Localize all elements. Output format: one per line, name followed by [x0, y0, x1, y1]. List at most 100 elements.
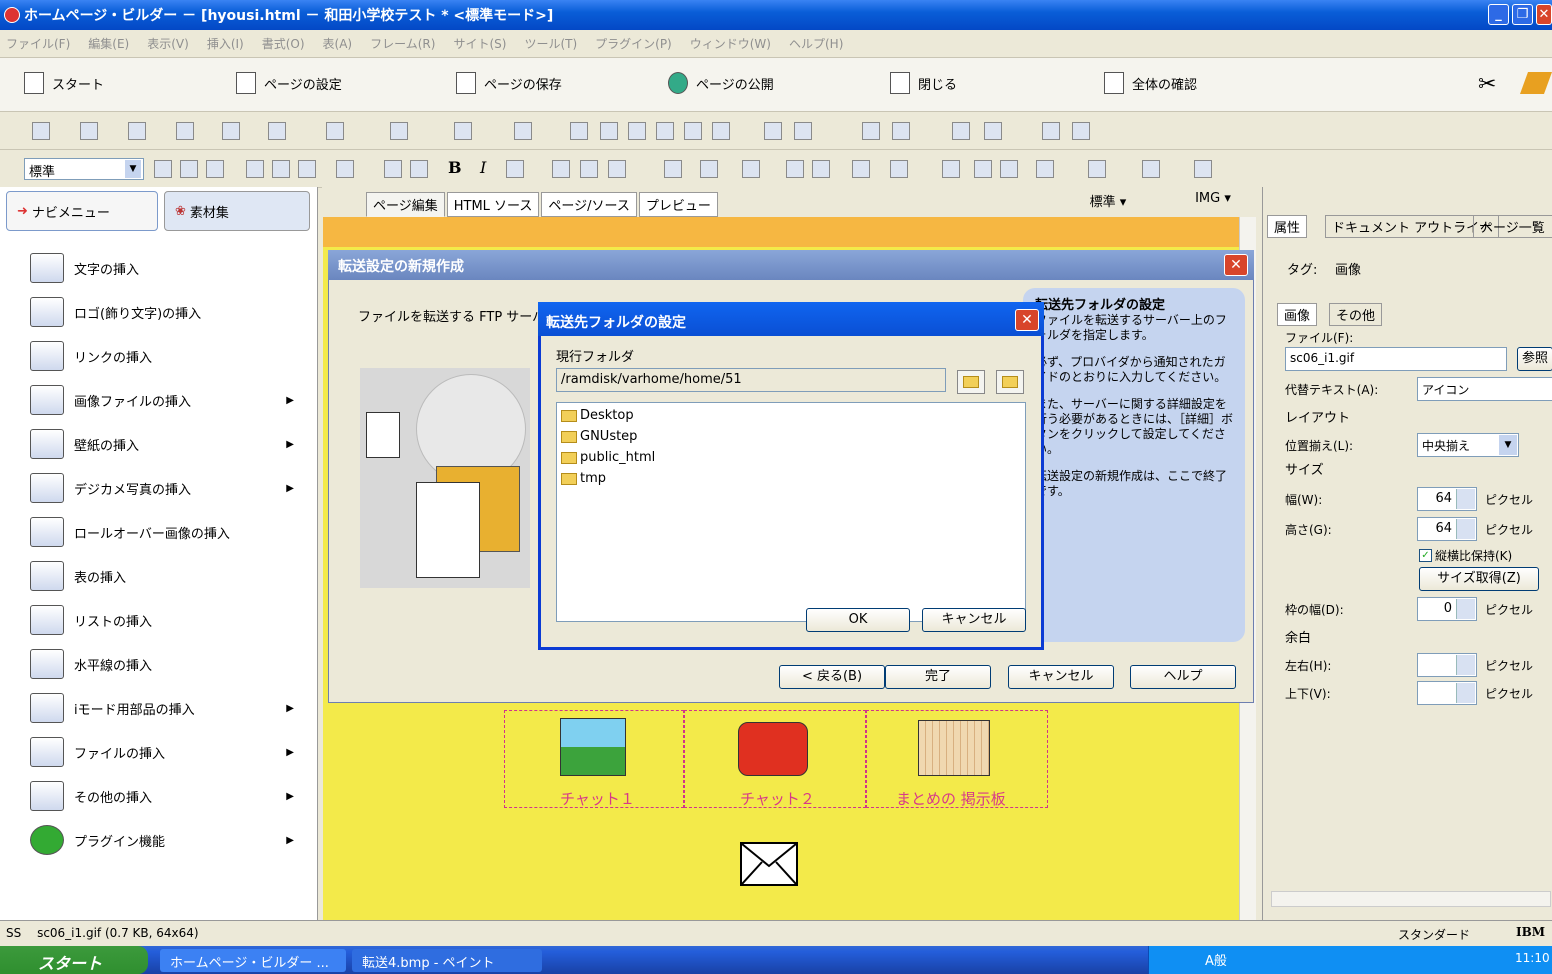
row-insert-icon[interactable] [786, 160, 804, 178]
cell-props-icon[interactable] [1036, 160, 1054, 178]
list-item[interactable]: public_html [561, 447, 1021, 468]
overview-button[interactable]: 全体の確認 [1104, 72, 1197, 94]
menu-window[interactable]: ウィンドウ(W) [690, 35, 771, 52]
menu-frame[interactable]: フレーム(R) [370, 35, 435, 52]
view-mode-6-icon[interactable] [712, 122, 730, 140]
ok-button[interactable]: OK [806, 608, 910, 632]
strike-icon[interactable] [506, 160, 524, 178]
photo-icon[interactable] [1042, 122, 1060, 140]
bold-button[interactable]: B [448, 158, 462, 177]
restore-button[interactable]: ❐ [1512, 4, 1533, 25]
menu-view[interactable]: 表示(V) [147, 35, 189, 52]
view-mode-3-icon[interactable] [628, 122, 646, 140]
start-button[interactable]: スタート [24, 72, 104, 94]
image-icon[interactable] [794, 122, 812, 140]
paste-icon[interactable] [268, 122, 286, 140]
new-icon[interactable] [32, 122, 50, 140]
view-mode-5-icon[interactable] [684, 122, 702, 140]
copy-icon[interactable] [222, 122, 240, 140]
wizard-cancel-button[interactable]: キャンセル [1008, 665, 1114, 689]
close-window-button[interactable]: ✕ [1536, 4, 1552, 25]
nav-insert-imode[interactable]: iモード用部品の挿入 ▶ [30, 693, 310, 723]
undo-icon[interactable] [326, 122, 344, 140]
col-insert-icon[interactable] [812, 160, 830, 178]
form-icon[interactable] [454, 122, 472, 140]
tools-icon[interactable]: ✂ [1478, 72, 1496, 97]
nav-insert-logo[interactable]: ロゴ(飾り文字)の挿入 [30, 297, 310, 327]
save-icon[interactable] [80, 122, 98, 140]
align-left-icon[interactable] [154, 160, 172, 178]
nav-insert-camera[interactable]: デジカメ写真の挿入 ▶ [30, 473, 310, 503]
indent-icon[interactable] [410, 160, 428, 178]
page-settings-button[interactable]: ページの設定 [236, 72, 342, 94]
outdent-icon[interactable] [384, 160, 402, 178]
task-homepage-builder[interactable]: ホームページ・ビルダー ... [160, 949, 346, 972]
wizard-close-button[interactable]: ✕ [1224, 254, 1248, 276]
menu-plugin[interactable]: プラグイン(P) [595, 35, 672, 52]
tab-materials[interactable]: ❀ 素材集 [164, 191, 310, 231]
folder-list[interactable]: Desktop GNUstep public_html tmp [556, 402, 1026, 622]
list-item[interactable]: tmp [561, 468, 1021, 489]
start-menu-button[interactable]: スタート [0, 946, 148, 974]
link-icon[interactable] [984, 122, 1002, 140]
mail-envelope-icon[interactable] [740, 842, 798, 886]
nav-insert-text[interactable]: 文字の挿入 [30, 253, 310, 283]
menu-edit[interactable]: 編集(E) [88, 35, 129, 52]
list-icon[interactable] [336, 160, 354, 178]
edit-icon[interactable] [764, 122, 782, 140]
cell-merge-icon[interactable] [742, 160, 760, 178]
style-select[interactable]: 標準 ▼ [24, 158, 144, 180]
valign-bottom-icon[interactable] [298, 160, 316, 178]
ud-margin-stepper[interactable] [1417, 681, 1477, 705]
view-mode-2-icon[interactable] [600, 122, 618, 140]
back-button[interactable]: < 戻る(B) [779, 665, 885, 689]
tab-page-list[interactable]: ページ一覧 [1473, 215, 1552, 238]
browse-button[interactable]: 参照 [1517, 347, 1552, 371]
align-center-icon[interactable] [180, 160, 198, 178]
row-delete-icon[interactable] [852, 160, 870, 178]
finish-button[interactable]: 完了 [885, 665, 991, 689]
subtab-other[interactable]: その他 [1329, 303, 1383, 326]
nav-insert-link[interactable]: リンクの挿入 [30, 341, 310, 371]
parent-folder-button[interactable] [957, 370, 985, 394]
col-delete-icon[interactable] [890, 160, 908, 178]
table-insert-icon[interactable] [664, 160, 682, 178]
table-props-icon[interactable] [1194, 160, 1212, 178]
nav-insert-hr[interactable]: 水平線の挿入 [30, 649, 310, 679]
grid-icon[interactable] [514, 122, 532, 140]
nav-insert-other[interactable]: その他の挿入 ▶ [30, 781, 310, 811]
nav-insert-rollover[interactable]: ロールオーバー画像の挿入 [30, 517, 310, 547]
menu-insert[interactable]: 挿入(I) [207, 35, 244, 52]
list-item[interactable]: Desktop [561, 405, 1021, 426]
current-folder-field[interactable]: /ramdisk/varhome/home/51 [556, 368, 946, 392]
upload-icon[interactable] [390, 122, 408, 140]
cell-icon[interactable] [700, 160, 718, 178]
file-field[interactable]: sc06_i1.gif [1285, 347, 1507, 371]
check-icon[interactable] [1072, 122, 1090, 140]
nav-insert-table[interactable]: 表の挿入 [30, 561, 310, 591]
chat1-image[interactable] [560, 718, 626, 776]
color-icon[interactable] [608, 160, 626, 178]
alt-field[interactable]: アイコン [1417, 377, 1552, 401]
eraser-icon[interactable] [1519, 72, 1552, 94]
width-stepper[interactable]: 64 [1417, 487, 1477, 511]
tab-page-edit[interactable]: ページ編集 [366, 192, 445, 217]
cell-join-icon[interactable] [974, 160, 992, 178]
tab-page-source[interactable]: ページ/ソース [541, 192, 637, 217]
menu-file[interactable]: ファイル(F) [6, 35, 70, 52]
tab-attributes[interactable]: 属性 [1267, 215, 1308, 238]
menu-format[interactable]: 書式(O) [262, 35, 305, 52]
cut-icon[interactable] [176, 122, 194, 140]
nav-insert-image[interactable]: 画像ファイルの挿入 ▶ [30, 385, 310, 415]
nav-insert-list[interactable]: リストの挿入 [30, 605, 310, 635]
col-props-icon[interactable] [1142, 160, 1160, 178]
ime-indicator[interactable]: A般 [1205, 950, 1227, 969]
lr-margin-stepper[interactable] [1417, 653, 1477, 677]
view-mode-4-icon[interactable] [656, 122, 674, 140]
border-stepper[interactable]: 0 [1417, 597, 1477, 621]
cell-join2-icon[interactable] [1000, 160, 1018, 178]
cell-split-icon[interactable] [942, 160, 960, 178]
task-paint[interactable]: 転送4.bmp - ペイント [352, 949, 542, 972]
props-hscrollbar[interactable] [1271, 891, 1551, 907]
align-select[interactable]: 中央揃え ▼ [1417, 433, 1519, 457]
